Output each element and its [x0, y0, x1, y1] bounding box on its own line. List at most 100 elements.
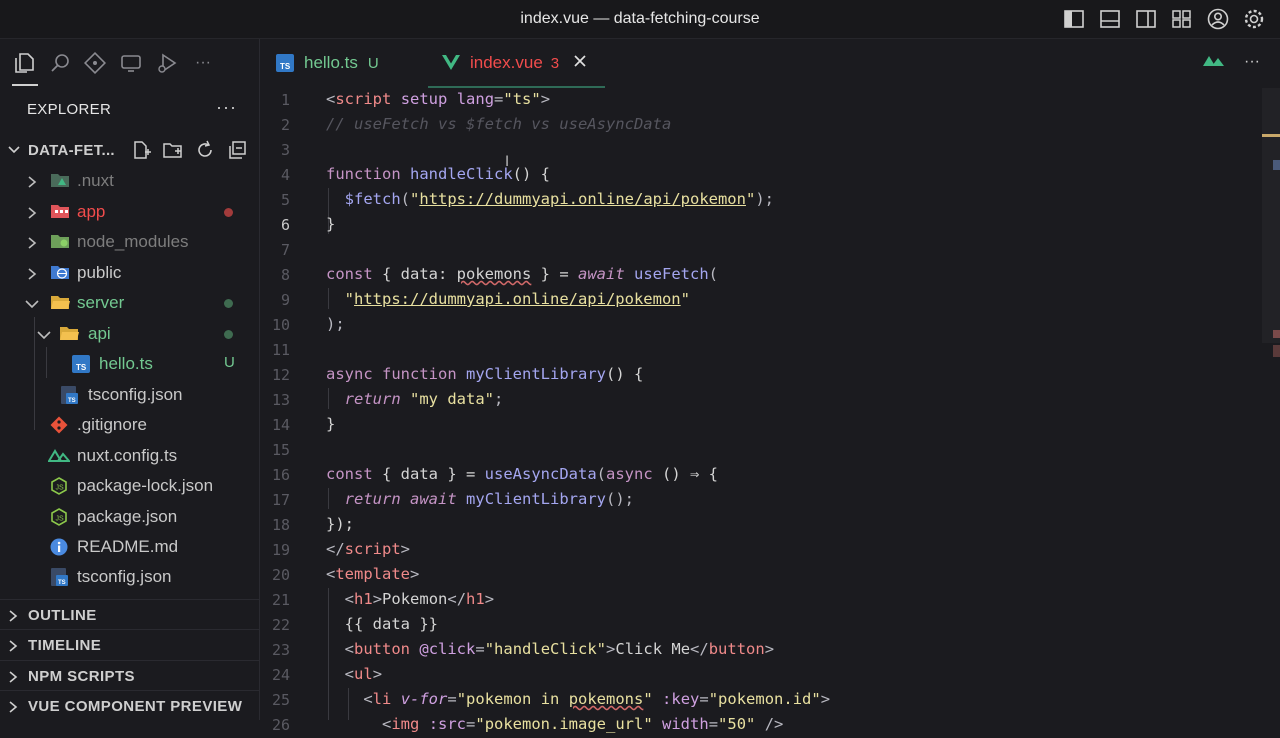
tree-item-server-tsconfig[interactable]: TS tsconfig.json: [0, 380, 259, 410]
tree-item-gitignore[interactable]: .gitignore: [0, 410, 259, 440]
code-editor[interactable]: 1 <script setup lang="ts"> 2// useFetch v…: [260, 88, 1260, 734]
tab-problem-count: 3: [550, 54, 560, 72]
toggle-panel-icon[interactable]: [1098, 7, 1122, 31]
tree-item-label: tsconfig.json: [88, 385, 183, 404]
tree-item-label: node_modules: [77, 232, 189, 251]
line-number: 8: [280, 266, 290, 284]
account-icon[interactable]: [1206, 7, 1230, 31]
section-outline[interactable]: OUTLINE: [0, 599, 259, 630]
new-file-icon[interactable]: [130, 139, 152, 161]
line-number: 21: [271, 591, 290, 609]
explorer-more-actions[interactable]: ···: [216, 97, 237, 118]
section-npm-scripts[interactable]: NPM SCRIPTS: [0, 660, 259, 691]
tree-item-nuxt[interactable]: .nuxt: [0, 166, 259, 196]
line-number: 3: [280, 141, 290, 159]
chevron-down-icon: [36, 327, 52, 347]
code-line: 19 </script>: [260, 538, 1260, 563]
tab-index-vue[interactable]: index.vue 3: [442, 39, 587, 87]
workspace-root[interactable]: DATA-FET...: [0, 139, 259, 163]
line-number: 5: [280, 191, 290, 209]
tree-item-public[interactable]: public: [0, 258, 259, 288]
line-number: 26: [271, 716, 290, 734]
untracked-indicator: [224, 299, 233, 308]
tree-item-hello-ts[interactable]: TS hello.ts U: [0, 349, 259, 379]
toggle-primary-sidebar-icon[interactable]: [1062, 7, 1086, 31]
settings-gear-icon[interactable]: [1242, 7, 1266, 31]
search-icon[interactable]: [48, 51, 72, 75]
more-actions-icon[interactable]: ···: [1244, 53, 1260, 71]
code-line: 11: [260, 338, 1260, 363]
tree-item-server[interactable]: server: [0, 288, 259, 318]
tree-item-package-lock[interactable]: JS package-lock.json: [0, 471, 259, 501]
svg-text:JS: JS: [56, 516, 65, 523]
chevron-right-icon: [7, 639, 19, 658]
scrollbar-thumb[interactable]: [1262, 88, 1280, 343]
section-vue-component-preview[interactable]: VUE COMPONENT PREVIEW: [0, 690, 259, 721]
section-label: OUTLINE: [28, 607, 97, 624]
customize-layout-icon[interactable]: [1170, 7, 1194, 31]
code-line: 4 function handleClick() {: [260, 163, 1260, 188]
section-timeline[interactable]: TIMELINE: [0, 629, 259, 660]
modified-indicator: [224, 208, 233, 217]
tab-label: hello.ts: [304, 53, 358, 72]
tree-item-tsconfig[interactable]: TS tsconfig.json: [0, 562, 259, 592]
code-line: 24 <ul>: [260, 663, 1260, 688]
tree-item-api[interactable]: api: [0, 319, 259, 349]
tree-item-readme[interactable]: README.md: [0, 532, 259, 562]
tree-item-package-json[interactable]: JS package.json: [0, 502, 259, 532]
run-debug-icon[interactable]: [155, 51, 179, 75]
tree-item-label: .nuxt: [77, 171, 114, 190]
new-folder-icon[interactable]: [162, 139, 184, 161]
source-control-icon[interactable]: [83, 51, 107, 75]
tree-item-label: tsconfig.json: [77, 567, 172, 586]
chevron-right-icon: [7, 609, 19, 628]
collapse-all-icon[interactable]: [226, 139, 248, 161]
api-folder-open-icon: [59, 325, 79, 343]
line-number: 24: [271, 666, 290, 684]
code-line: 13 return "my data";: [260, 388, 1260, 413]
tree-item-label: README.md: [77, 537, 179, 556]
tab-hello-ts[interactable]: TS hello.ts U: [276, 39, 379, 87]
close-icon[interactable]: [573, 54, 587, 73]
line-number: 6: [280, 216, 290, 234]
nuxt-devtools-icon[interactable]: [1202, 51, 1226, 72]
tree-item-nuxt-config[interactable]: nuxt.config.ts: [0, 441, 259, 471]
svg-text:TS: TS: [76, 363, 87, 372]
layout-controls: [1062, 7, 1266, 31]
tab-label: index.vue: [470, 53, 543, 72]
tree-item-label: package.json: [77, 507, 178, 526]
line-number: 12: [271, 366, 290, 384]
tree-item-node-modules[interactable]: node_modules: [0, 227, 259, 257]
explorer-files-icon[interactable]: [12, 51, 36, 75]
scrollbar-error-marker: [1273, 345, 1280, 357]
nodejs-icon: JS: [50, 508, 70, 526]
workspace-root-label: DATA-FET...: [28, 142, 115, 159]
toggle-secondary-sidebar-icon[interactable]: [1134, 7, 1158, 31]
code-line: 6}: [260, 213, 1260, 238]
nodejs-icon: JS: [50, 477, 70, 495]
section-label: NPM SCRIPTS: [28, 668, 135, 685]
remote-explorer-icon[interactable]: [119, 51, 143, 75]
line-number: 19: [271, 541, 290, 559]
line-number: 11: [271, 341, 290, 359]
line-number: 2: [280, 116, 290, 134]
refresh-icon[interactable]: [194, 139, 216, 161]
typescript-file-icon: TS: [72, 355, 92, 373]
tree-item-app[interactable]: app: [0, 197, 259, 227]
line-number: 9: [280, 291, 290, 309]
more-views-icon[interactable]: ···: [191, 51, 215, 75]
code-line: 17 return await myClientLibrary();: [260, 488, 1260, 513]
chevron-down-icon: [6, 141, 22, 162]
line-number: 18: [271, 516, 290, 534]
code-line: 2// useFetch vs $fetch vs useAsyncData: [260, 113, 1260, 138]
info-icon: [50, 538, 70, 556]
code-line: 8 const { data: pokemons } = await useFet…: [260, 263, 1260, 288]
tsconfig-file-icon: TS: [60, 386, 80, 404]
tree-item-label: app: [77, 202, 106, 221]
section-label: TIMELINE: [28, 637, 102, 654]
scrollbar-marker: [1273, 160, 1280, 170]
tree-item-label: nuxt.config.ts: [77, 446, 178, 465]
chevron-right-icon: [7, 700, 19, 719]
git-icon: [50, 416, 70, 434]
mouse-ibeam-cursor-icon: I: [505, 154, 510, 170]
